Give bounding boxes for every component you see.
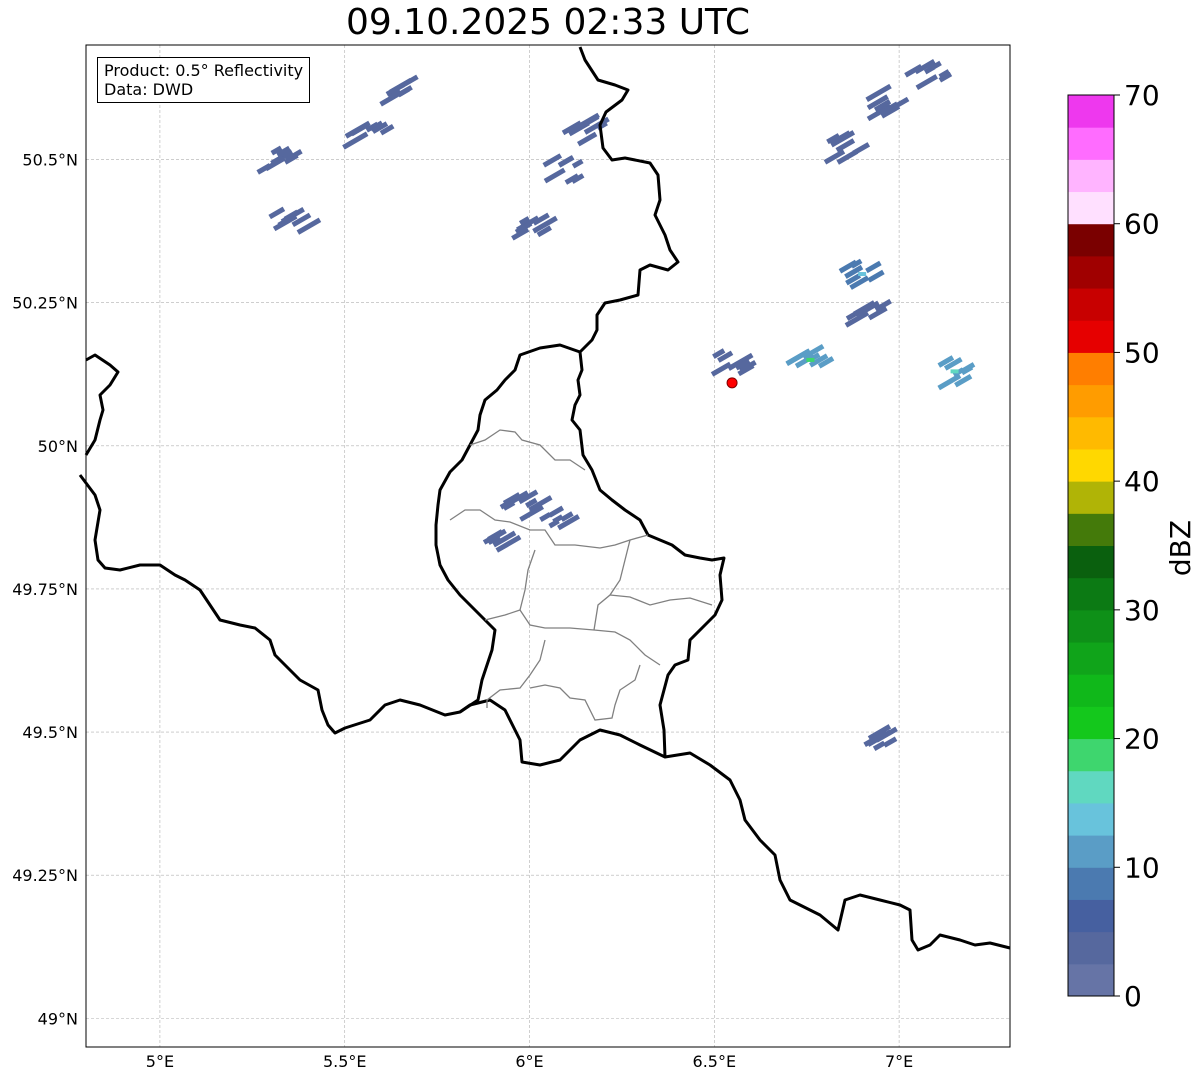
colorbar-band [1068, 963, 1114, 997]
colorbar-band [1068, 127, 1114, 160]
colorbar-band [1068, 352, 1114, 386]
colorbar-tick-label: 0 [1124, 980, 1142, 1013]
colorbar-tick-label: 30 [1124, 594, 1160, 627]
lat-tick-label: 49.25°N [12, 866, 78, 885]
colorbar-band [1068, 223, 1114, 257]
colorbar-band [1068, 95, 1114, 128]
colorbar-band [1068, 835, 1114, 868]
colorbar-band [1068, 609, 1114, 643]
colorbar-band [1068, 513, 1114, 546]
colorbar-tick-label: 50 [1124, 336, 1160, 369]
colorbar-band [1068, 738, 1114, 772]
lat-tick-label: 50°N [38, 437, 78, 456]
colorbar: 0 10 20 30 40 50 60 70 dBZ [1067, 79, 1197, 1013]
product-info-box: Product: 0.5° Reflectivity Data: DWD [97, 57, 311, 103]
lat-tick-label: 50.5°N [22, 151, 78, 170]
colorbar-band [1068, 899, 1114, 933]
colorbar-band [1068, 320, 1114, 353]
echo-core [950, 369, 959, 374]
colorbar-band [1068, 577, 1114, 611]
colorbar-band [1068, 255, 1114, 289]
colorbar-tick-label: 10 [1124, 851, 1160, 884]
colorbar-band [1068, 706, 1114, 740]
lon-tick-label: 5.5°E [323, 1052, 367, 1071]
colorbar-unit-label: dBZ [1164, 520, 1197, 576]
colorbar-band [1068, 481, 1114, 514]
latitude-tick-labels: 49°N 49.25°N 49.5°N 49.75°N 50°N 50.25°N 50.5°… [12, 151, 78, 1029]
colorbar-band [1068, 674, 1114, 707]
lon-tick-label: 6.5°E [693, 1052, 737, 1071]
colorbar-tick-label: 40 [1124, 465, 1160, 498]
colorbar-band [1068, 384, 1114, 418]
lon-tick-label: 6°E [515, 1052, 543, 1071]
lat-tick-label: 49°N [38, 1009, 78, 1028]
colorbar-band [1068, 770, 1114, 804]
colorbar-band [1068, 545, 1114, 579]
lat-tick-label: 50.25°N [12, 294, 78, 313]
lat-tick-label: 49.5°N [22, 723, 78, 742]
colorbar-band [1068, 416, 1114, 450]
echo-core [806, 357, 815, 362]
colorbar-tick-label: 60 [1124, 208, 1160, 241]
lat-tick-label: 49.75°N [12, 580, 78, 599]
colorbar-band [1068, 867, 1114, 900]
longitude-tick-labels: 5°E 5.5°E 6°E 6.5°E 7°E [146, 1052, 913, 1071]
data-source-label: Data: DWD [104, 80, 194, 99]
colorbar-band [1068, 802, 1114, 836]
radar-site-marker [726, 377, 738, 389]
echo-core [858, 272, 867, 277]
colorbar-tick-labels: 0 10 20 30 40 50 60 70 [1114, 79, 1160, 1013]
colorbar-tick-label: 20 [1124, 723, 1160, 756]
lon-tick-label: 7°E [885, 1052, 913, 1071]
colorbar-band [1068, 931, 1114, 965]
colorbar-tick-label: 70 [1124, 79, 1160, 112]
lon-tick-label: 5°E [146, 1052, 174, 1071]
colorbar-bands [1068, 95, 1114, 997]
radar-map-figure: 5°E 5.5°E 6°E 6.5°E 7°E 49°N 49.25°N 49.5°N 49.… [12, 44, 1197, 1071]
product-label: Product: 0.5° Reflectivity [104, 61, 304, 80]
colorbar-band [1068, 642, 1114, 675]
colorbar-band [1068, 288, 1114, 321]
colorbar-band [1068, 448, 1114, 482]
colorbar-band [1068, 159, 1114, 193]
colorbar-band [1068, 191, 1114, 225]
